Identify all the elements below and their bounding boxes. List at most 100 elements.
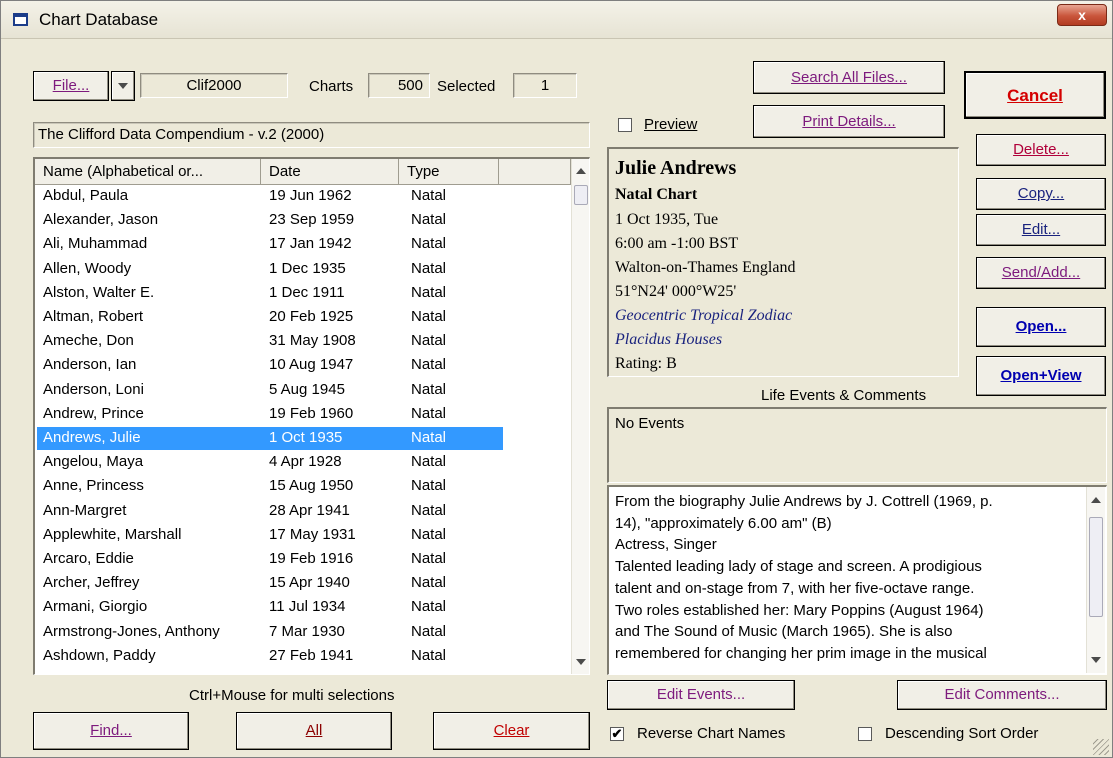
selected-label: Selected xyxy=(437,78,496,95)
preview-checkbox[interactable] xyxy=(618,118,632,132)
events-text: No Events xyxy=(615,415,685,432)
table-row[interactable]: Ashdown, Paddy 27 Feb 1941 Natal xyxy=(35,645,571,669)
comment-line: talent and on-stage from 7, with her fiv… xyxy=(615,579,975,597)
search-all-files-label: Search All Files... xyxy=(791,69,907,86)
edit-button-label: Edit... xyxy=(1021,221,1061,238)
table-row[interactable]: Alexander, Jason 23 Sep 1959 Natal xyxy=(35,209,571,233)
all-button-label: All xyxy=(305,722,323,739)
table-row[interactable]: Angelou, Maya 4 Apr 1928 Natal xyxy=(35,451,571,475)
table-row[interactable]: Ann-Margret 28 Apr 1941 Natal xyxy=(35,500,571,524)
table-row[interactable]: Abdul, Paula 19 Jun 1962 Natal xyxy=(35,185,571,209)
row-type: Natal xyxy=(411,429,447,446)
clear-button[interactable]: Clear xyxy=(433,712,590,750)
detail-place: Walton-on-Thames England xyxy=(615,259,796,276)
life-events-label: Life Events & Comments xyxy=(761,387,927,404)
row-name: Anderson, Ian xyxy=(43,356,137,374)
row-name: Alexander, Jason xyxy=(43,211,159,229)
row-name: Anderson, Loni xyxy=(43,380,144,398)
row-type: Natal xyxy=(411,622,447,640)
row-name: Archer, Jeffrey xyxy=(43,574,140,592)
table-row[interactable]: Andrews, Julie 1 Oct 1935 Natal xyxy=(35,427,571,451)
row-name: Ashdown, Paddy xyxy=(43,646,156,664)
table-row[interactable]: Andrew, Prince 19 Feb 1960 Natal xyxy=(35,403,571,427)
window-icon xyxy=(13,13,28,26)
row-name: Andrew, Prince xyxy=(43,404,144,422)
table-row[interactable]: Allen, Woody 1 Dec 1935 Natal xyxy=(35,258,571,282)
table-row[interactable]: Altman, Robert 20 Feb 1925 Natal xyxy=(35,306,571,330)
row-date: 19 Jun 1962 xyxy=(269,187,352,204)
row-name: Altman, Robert xyxy=(43,308,144,325)
comments-scroll-down-icon[interactable] xyxy=(1091,657,1101,663)
detail-rating: Rating: B xyxy=(615,355,677,372)
cancel-button[interactable]: Cancel xyxy=(964,71,1106,119)
resize-grip[interactable] xyxy=(1093,739,1109,755)
open-view-button[interactable]: Open+View xyxy=(976,356,1106,396)
row-type: Natal xyxy=(411,283,447,301)
comment-line: 14), "approximately 6.00 am" (B) xyxy=(615,514,832,532)
edit-comments-button[interactable]: Edit Comments... xyxy=(897,680,1107,710)
all-button[interactable]: All xyxy=(236,712,392,750)
delete-button-label: Delete... xyxy=(1013,141,1069,158)
comment-line: Actress, Singer xyxy=(615,536,717,554)
file-dropdown-button[interactable] xyxy=(111,71,135,101)
descending-sort-checkbox[interactable] xyxy=(858,727,872,741)
comment-line: and The Sound of Music (March 1965). She… xyxy=(615,623,953,641)
send-add-button[interactable]: Send/Add... xyxy=(976,257,1106,289)
row-type: Natal xyxy=(411,525,447,543)
print-details-label: Print Details... xyxy=(802,113,896,130)
title-bar: Chart Database x xyxy=(1,1,1112,39)
edit-button[interactable]: Edit... xyxy=(976,214,1106,246)
comments-box[interactable]: From the biography Julie Andrews by J. C… xyxy=(607,485,1107,675)
comments-scroll-up-icon[interactable] xyxy=(1091,497,1101,503)
comments-scroll-thumb[interactable] xyxy=(1089,517,1103,617)
find-button[interactable]: Find... xyxy=(33,712,189,750)
table-row[interactable]: Alston, Walter E. 1 Dec 1911 Natal xyxy=(35,282,571,306)
table-row[interactable]: Archer, Jeffrey 15 Apr 1940 Natal xyxy=(35,572,571,596)
table-row[interactable]: Anne, Princess 15 Aug 1950 Natal xyxy=(35,475,571,499)
row-date: 5 Aug 1945 xyxy=(269,380,345,398)
database-name-field: The Clifford Data Compendium - v.2 (2000… xyxy=(33,122,590,148)
edit-events-button[interactable]: Edit Events... xyxy=(607,680,795,710)
row-date: 15 Aug 1950 xyxy=(269,477,354,495)
row-date: 4 Apr 1928 xyxy=(269,453,342,471)
table-row[interactable]: Anderson, Ian 10 Aug 1947 Natal xyxy=(35,354,571,378)
scroll-thumb[interactable] xyxy=(574,185,588,205)
table-row[interactable]: Armani, Giorgio 11 Jul 1934 Natal xyxy=(35,596,571,620)
print-details-button[interactable]: Print Details... xyxy=(753,105,945,138)
open-button[interactable]: Open... xyxy=(976,307,1106,347)
column-header-date[interactable]: Date xyxy=(261,159,399,185)
column-header-type[interactable]: Type xyxy=(399,159,499,185)
column-header-blank xyxy=(499,159,571,185)
table-row[interactable]: Armstrong-Jones, Anthony 7 Mar 1930 Natal xyxy=(35,621,571,645)
table-row[interactable]: Ali, Muhammad 17 Jan 1942 Natal xyxy=(35,233,571,257)
list-scrollbar[interactable] xyxy=(571,159,589,674)
file-button[interactable]: File... xyxy=(33,71,109,101)
life-events-panel: No Events xyxy=(607,407,1107,483)
row-date: 28 Apr 1941 xyxy=(269,501,350,519)
table-row[interactable]: Applewhite, Marshall 17 May 1931 Natal xyxy=(35,524,571,548)
close-button[interactable]: x xyxy=(1057,4,1107,26)
comment-line: remembered for changing her prim image i… xyxy=(615,644,987,662)
row-type: Natal xyxy=(411,574,447,592)
row-date: 1 Oct 1935 xyxy=(269,429,343,446)
row-name: Ali, Muhammad xyxy=(43,235,148,253)
copy-button[interactable]: Copy... xyxy=(976,178,1106,210)
row-name: Armstrong-Jones, Anthony xyxy=(43,622,220,640)
row-type: Natal xyxy=(411,646,447,664)
row-date: 31 May 1908 xyxy=(269,332,356,350)
reverse-names-checkbox[interactable]: ✔ xyxy=(610,727,624,741)
scroll-up-icon[interactable] xyxy=(576,168,586,174)
table-row[interactable]: Ameche, Don 31 May 1908 Natal xyxy=(35,330,571,354)
table-row[interactable]: Anderson, Loni 5 Aug 1945 Natal xyxy=(35,379,571,403)
detail-name: Julie Andrews xyxy=(615,157,737,179)
row-name: Angelou, Maya xyxy=(43,453,144,471)
reverse-names-label: Reverse Chart Names xyxy=(637,725,786,742)
scroll-down-icon[interactable] xyxy=(576,659,586,665)
comments-scrollbar[interactable] xyxy=(1086,487,1105,673)
column-header-name[interactable]: Name (Alphabetical or... xyxy=(35,159,261,185)
search-all-files-button[interactable]: Search All Files... xyxy=(753,61,945,94)
table-row[interactable]: Arcaro, Eddie 19 Feb 1916 Natal xyxy=(35,548,571,572)
delete-button[interactable]: Delete... xyxy=(976,134,1106,166)
row-type: Natal xyxy=(411,187,447,204)
chart-list[interactable]: Name (Alphabetical or... Date Type Abdul… xyxy=(33,157,590,675)
